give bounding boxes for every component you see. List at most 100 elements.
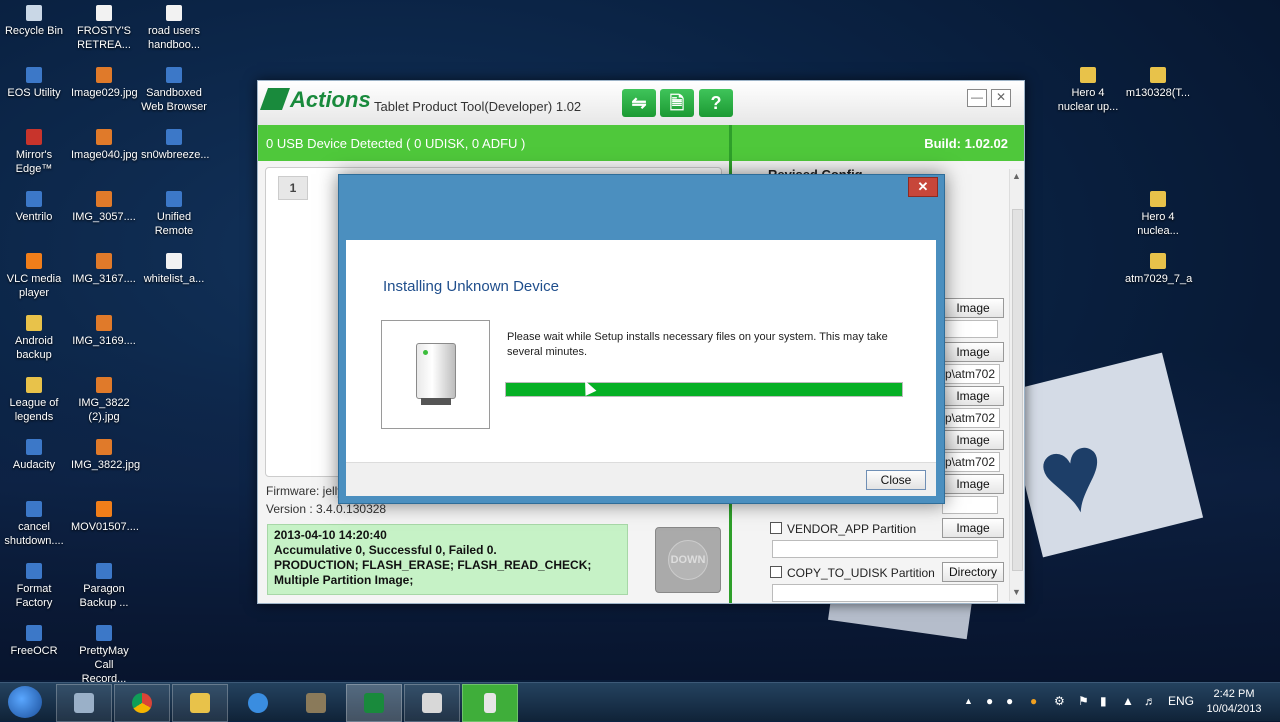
tray-app-icon[interactable]: ●: [1030, 694, 1037, 708]
close-button[interactable]: Close: [866, 470, 926, 490]
desktop-icon[interactable]: PrettyMay Call Record...: [71, 625, 137, 686]
desktop-icon[interactable]: EOS Utility: [1, 67, 67, 100]
desktop-icon[interactable]: VLC media player: [1, 253, 67, 300]
folder-icon: [1080, 67, 1096, 83]
desktop-icon[interactable]: Recycle Bin: [1, 5, 67, 38]
taskbar-clock[interactable]: 2:42 PM 10/04/2013: [1200, 687, 1268, 717]
taskbar-device-setup[interactable]: [462, 684, 518, 722]
desktop-icon[interactable]: Hero 4 nuclea...: [1125, 191, 1191, 238]
tray-flag-icon[interactable]: ⚑: [1078, 694, 1089, 708]
desktop-icon[interactable]: Paragon Backup ...: [71, 563, 137, 610]
partition-path-field[interactable]: [772, 540, 998, 558]
document-icon: [166, 253, 182, 269]
taskbar-chrome[interactable]: [114, 684, 170, 722]
desktop-icon[interactable]: sn0wbreeze...: [141, 129, 209, 162]
desktop-icon[interactable]: Sandboxed Web Browser: [141, 67, 207, 114]
version-label: Version : 3.4.0.130328: [266, 502, 387, 516]
help-icon[interactable]: ?: [699, 89, 733, 117]
desktop-icon[interactable]: FROSTY'S RETREA...: [71, 5, 137, 52]
directory-button[interactable]: Directory: [942, 562, 1004, 582]
partition-path-field[interactable]: [772, 584, 998, 602]
desktop-icon[interactable]: MOV01507....: [71, 501, 139, 534]
copy-to-udisk-partition[interactable]: COPY_TO_UDISK Partition: [770, 566, 935, 580]
image-button[interactable]: Image: [942, 518, 1004, 538]
path-field[interactable]: p\atm702: [942, 408, 1000, 428]
image-button[interactable]: Image: [942, 386, 1004, 406]
desktop-icon[interactable]: Image040.jpg: [71, 129, 138, 162]
image-button[interactable]: Image: [942, 474, 1004, 494]
scroll-down-icon[interactable]: ▼: [1012, 587, 1021, 597]
desktop-icon[interactable]: FreeOCR: [1, 625, 67, 658]
desktop-icon[interactable]: cancel shutdown....: [1, 501, 67, 548]
log-panel: 2013-04-10 14:20:40 Accumulative 0, Succ…: [267, 524, 628, 595]
tray-expand-icon[interactable]: ▲: [964, 696, 973, 706]
tray-network-icon[interactable]: ●: [986, 694, 993, 708]
usb-icon[interactable]: ⇋: [622, 89, 656, 117]
config-scrollbar[interactable]: ▲ ▼: [1009, 169, 1024, 601]
log-line: Accumulative 0, Successful 0, Failed 0.: [274, 543, 497, 557]
taskbar-itunes[interactable]: [230, 684, 286, 722]
desktop-icon-label: Image029.jpg: [71, 87, 138, 99]
desktop-icon[interactable]: Unified Remote: [141, 191, 207, 238]
tray-settings-icon[interactable]: ⚙: [1054, 694, 1065, 708]
image-button[interactable]: Image: [942, 342, 1004, 362]
tray-power-icon[interactable]: ▮: [1100, 694, 1107, 708]
close-icon[interactable]: ✕: [991, 89, 1011, 107]
desktop-icon[interactable]: IMG_3822.jpg: [71, 439, 140, 472]
desktop-icon[interactable]: League of legends: [1, 377, 67, 424]
taskbar-actions-tool[interactable]: [346, 684, 402, 722]
dialog-close-icon[interactable]: ✕: [908, 177, 938, 197]
desktop-icon[interactable]: Android backup: [1, 315, 67, 362]
desktop-icon[interactable]: Audacity: [1, 439, 67, 472]
scroll-up-icon[interactable]: ▲: [1012, 171, 1021, 181]
recycle-bin-icon: [26, 5, 42, 21]
desktop-icon-label: m130328(T...: [1125, 87, 1191, 99]
desktop-icon[interactable]: Format Factory: [1, 563, 67, 610]
desktop-icon[interactable]: m130328(T...: [1125, 67, 1191, 100]
taskbar-folder[interactable]: [172, 684, 228, 722]
window-titlebar[interactable]: Actions Tablet Product Tool(Developer) 1…: [258, 81, 1024, 125]
minimize-icon[interactable]: —: [967, 89, 987, 107]
desktop-icon-label: Ventrilo: [15, 211, 53, 223]
desktop-icon[interactable]: IMG_3057....: [71, 191, 137, 224]
tray-signal-icon[interactable]: ▲: [1122, 694, 1134, 708]
partition-checkbox[interactable]: [770, 566, 782, 578]
window-icon: [422, 693, 442, 713]
desktop-icon[interactable]: atm7029_7_a: [1125, 253, 1193, 286]
desktop-icon[interactable]: Image029.jpg: [71, 67, 138, 100]
path-field[interactable]: [942, 496, 998, 514]
desktop-icon-label: FROSTY'S RETREA...: [76, 25, 132, 51]
tray-steam-icon[interactable]: ●: [1006, 694, 1013, 708]
vendor-app-partition[interactable]: VENDOR_APP Partition: [770, 522, 916, 536]
actions-logo: Actions: [259, 87, 371, 113]
scroll-thumb[interactable]: [1012, 209, 1023, 571]
document-icon[interactable]: 🗎: [660, 89, 694, 117]
image-icon: [96, 315, 112, 331]
desktop-icon[interactable]: whitelist_a...: [141, 253, 207, 286]
path-field[interactable]: [942, 320, 998, 338]
desktop-icon[interactable]: Hero 4 nuclear up...: [1055, 67, 1121, 114]
desktop-icon-label: atm7029_7_a: [1125, 273, 1193, 285]
desktop-icon[interactable]: Ventrilo: [1, 191, 67, 224]
folder-icon: [1150, 191, 1166, 207]
desktop-icon[interactable]: IMG_3822 (2).jpg: [71, 377, 137, 424]
partition-checkbox[interactable]: [770, 522, 782, 534]
image-button[interactable]: Image: [942, 430, 1004, 450]
download-button[interactable]: DOWN: [655, 527, 721, 593]
path-field[interactable]: p\atm702: [942, 364, 1000, 384]
desktop-icon[interactable]: road users handboo...: [141, 5, 207, 52]
start-button[interactable]: [8, 686, 42, 718]
device-tab[interactable]: 1: [278, 176, 308, 200]
taskbar-window[interactable]: [404, 684, 460, 722]
image-button[interactable]: Image: [942, 298, 1004, 318]
language-indicator[interactable]: ENG: [1168, 694, 1194, 708]
desktop-icon[interactable]: IMG_3169....: [71, 315, 137, 348]
path-field[interactable]: p\atm702: [942, 452, 1000, 472]
tray-volume-icon[interactable]: ♬: [1144, 694, 1156, 708]
desktop-icon[interactable]: IMG_3167....: [71, 253, 137, 286]
taskbar-explorer[interactable]: [56, 684, 112, 722]
log-line: PRODUCTION; FLASH_ERASE; FLASH_READ_CHEC…: [274, 558, 592, 572]
image-icon: [96, 67, 112, 83]
desktop-icon[interactable]: Mirror's Edge™: [1, 129, 67, 176]
taskbar-gimp[interactable]: [288, 684, 344, 722]
